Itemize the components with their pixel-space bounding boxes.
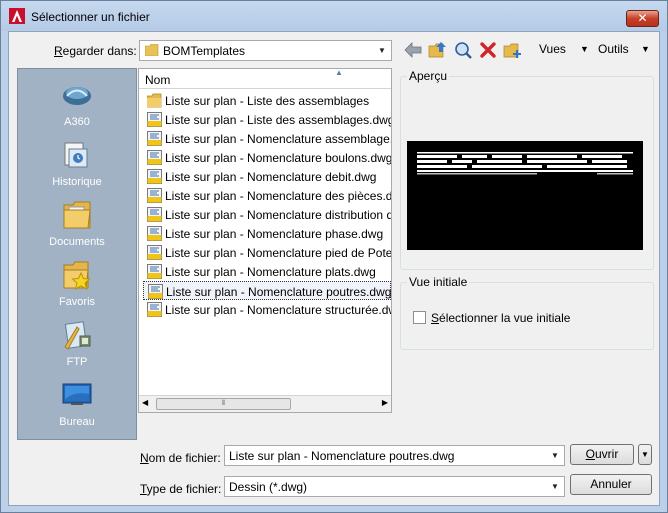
folder-icon <box>147 93 162 108</box>
file-name: Liste sur plan - Nomenclature boulons.dw… <box>165 151 392 165</box>
file-name: Liste sur plan - Nomenclature poutres.dw… <box>166 285 392 299</box>
file-dialog-window: Sélectionner un fichier ✕ Regarder dans:… <box>0 0 668 513</box>
tools-dropdown-arrow-icon[interactable]: ▼ <box>641 44 650 54</box>
documents-icon <box>63 201 91 229</box>
filename-value[interactable]: Liste sur plan - Nomenclature poutres.dw… <box>229 449 454 463</box>
search-web-icon[interactable] <box>453 40 473 60</box>
up-folder-icon[interactable] <box>428 40 448 60</box>
file-row[interactable]: Liste sur plan - Nomenclature debit.dwg <box>143 167 391 186</box>
place-a360[interactable]: A360 <box>18 75 136 135</box>
views-dropdown-arrow-icon[interactable]: ▼ <box>580 44 589 54</box>
places-bar: A360 Historique Documents Favoris FTP Bu… <box>17 68 137 440</box>
file-name: Liste sur plan - Nomenclature structurée… <box>165 303 392 317</box>
scrollbar-thumb[interactable]: ⦀ <box>156 398 291 410</box>
scroll-left-icon[interactable]: ◀ <box>142 398 148 407</box>
place-favorites[interactable]: Favoris <box>18 255 136 315</box>
initial-view-checkbox[interactable] <box>413 311 426 324</box>
dwg-file-icon <box>147 131 162 146</box>
file-row[interactable]: Liste sur plan - Nomenclature assemblage… <box>143 129 391 148</box>
file-name: Liste sur plan - Nomenclature assemblage… <box>165 132 392 146</box>
dwg-file-icon <box>147 207 162 222</box>
a360-icon <box>63 87 91 105</box>
window-title: Sélectionner un fichier <box>31 10 150 24</box>
tools-menu[interactable]: Outils <box>598 42 629 56</box>
filetype-value: Dessin (*.dwg) <box>229 480 308 494</box>
file-name: Liste sur plan - Nomenclature des pièces… <box>165 189 392 203</box>
file-name: Liste sur plan - Nomenclature debit.dwg <box>165 170 377 184</box>
dwg-file-icon <box>147 188 162 203</box>
favorites-icon <box>63 261 91 290</box>
lookin-combo[interactable]: BOMTemplates ▼ <box>139 40 392 61</box>
back-icon[interactable] <box>403 40 423 60</box>
file-row[interactable]: Liste sur plan - Nomenclature structurée… <box>143 300 391 319</box>
file-row[interactable]: Liste sur plan - Nomenclature plats.dwg <box>143 262 391 281</box>
file-name: Liste sur plan - Nomenclature plats.dwg <box>165 265 376 279</box>
filetype-label: Type de fichier: <box>140 482 222 496</box>
scroll-right-icon[interactable]: ▶ <box>382 398 388 407</box>
dwg-file-icon <box>148 284 163 299</box>
file-row[interactable]: Liste sur plan - Nomenclature distributi… <box>143 205 391 224</box>
dwg-file-icon <box>147 245 162 260</box>
desktop-icon <box>62 383 92 405</box>
file-row[interactable]: Liste sur plan - Liste des assemblages <box>143 91 391 110</box>
preview-group: Aperçu <box>400 69 654 270</box>
delete-icon[interactable] <box>478 40 498 60</box>
file-name: Liste sur plan - Nomenclature distributi… <box>165 208 391 222</box>
sort-ascending-icon: ▲ <box>335 68 343 77</box>
lookin-label: Regarder dans: <box>54 44 137 58</box>
place-desktop[interactable]: Bureau <box>18 375 136 435</box>
views-menu[interactable]: Vues <box>539 42 566 56</box>
close-button[interactable]: ✕ <box>626 10 659 27</box>
file-row-selected[interactable]: Liste sur plan - Nomenclature poutres.dw… <box>143 281 391 300</box>
horizontal-scrollbar[interactable]: ◀ ⦀ ▶ <box>139 395 391 412</box>
dwg-file-icon <box>147 150 162 165</box>
place-ftp[interactable]: FTP <box>18 315 136 375</box>
dwg-file-icon <box>147 112 162 127</box>
dwg-file-icon <box>147 264 162 279</box>
lookin-value: BOMTemplates <box>163 44 246 58</box>
filetype-combo[interactable]: Dessin (*.dwg) ▼ <box>224 476 565 497</box>
preview-title: Aperçu <box>407 69 450 83</box>
file-name: Liste sur plan - Liste des assemblages.d… <box>165 113 392 127</box>
initial-view-checkbox-label[interactable]: Sélectionner la vue initiale <box>431 311 570 325</box>
file-row[interactable]: Liste sur plan - Nomenclature boulons.dw… <box>143 148 391 167</box>
title-bar[interactable]: Sélectionner un fichier ✕ <box>1 1 667 31</box>
file-row[interactable]: Liste sur plan - Nomenclature pied de Po… <box>143 243 391 262</box>
open-options-dropdown-icon[interactable]: ▼ <box>638 444 652 465</box>
file-row[interactable]: Liste sur plan - Liste des assemblages.d… <box>143 110 391 129</box>
ftp-icon <box>64 321 91 350</box>
folder-icon <box>145 44 159 56</box>
place-documents[interactable]: Documents <box>18 195 136 255</box>
file-name: Liste sur plan - Liste des assemblages <box>165 94 370 108</box>
initial-view-group: Vue initiale Sélectionner la vue initial… <box>400 275 654 350</box>
autocad-icon <box>9 8 25 24</box>
cancel-button[interactable]: Annuler <box>570 474 652 495</box>
dwg-file-icon <box>147 169 162 184</box>
filename-label: Nom de fichier: <box>140 451 221 465</box>
initial-view-title: Vue initiale <box>407 275 470 289</box>
dialog-body: Regarder dans: BOMTemplates ▼ Vues ▼ Out… <box>8 31 660 506</box>
open-button[interactable]: Ouvrir <box>570 444 634 465</box>
new-folder-icon[interactable] <box>503 40 523 60</box>
file-row[interactable]: Liste sur plan - Nomenclature phase.dwg <box>143 224 391 243</box>
preview-thumbnail <box>417 152 633 175</box>
chevron-down-icon[interactable]: ▼ <box>375 43 389 58</box>
file-name: Liste sur plan - Nomenclature pied de Po… <box>165 246 392 260</box>
dwg-file-icon <box>147 302 162 317</box>
place-history[interactable]: Historique <box>18 135 136 195</box>
filename-dropdown-icon[interactable]: ▼ <box>548 448 562 463</box>
filename-combo[interactable]: Liste sur plan - Nomenclature poutres.dw… <box>224 445 565 466</box>
filetype-dropdown-icon[interactable]: ▼ <box>548 479 562 494</box>
column-header-name[interactable]: Nom ▲ <box>139 69 391 89</box>
history-icon <box>64 142 88 168</box>
file-row[interactable]: Liste sur plan - Nomenclature des pièces… <box>143 186 391 205</box>
dwg-file-icon <box>147 226 162 241</box>
file-list[interactable]: Nom ▲ Liste sur plan - Liste des assembl… <box>138 68 392 413</box>
file-name: Liste sur plan - Nomenclature phase.dwg <box>165 227 384 241</box>
drawing-preview <box>407 141 643 250</box>
